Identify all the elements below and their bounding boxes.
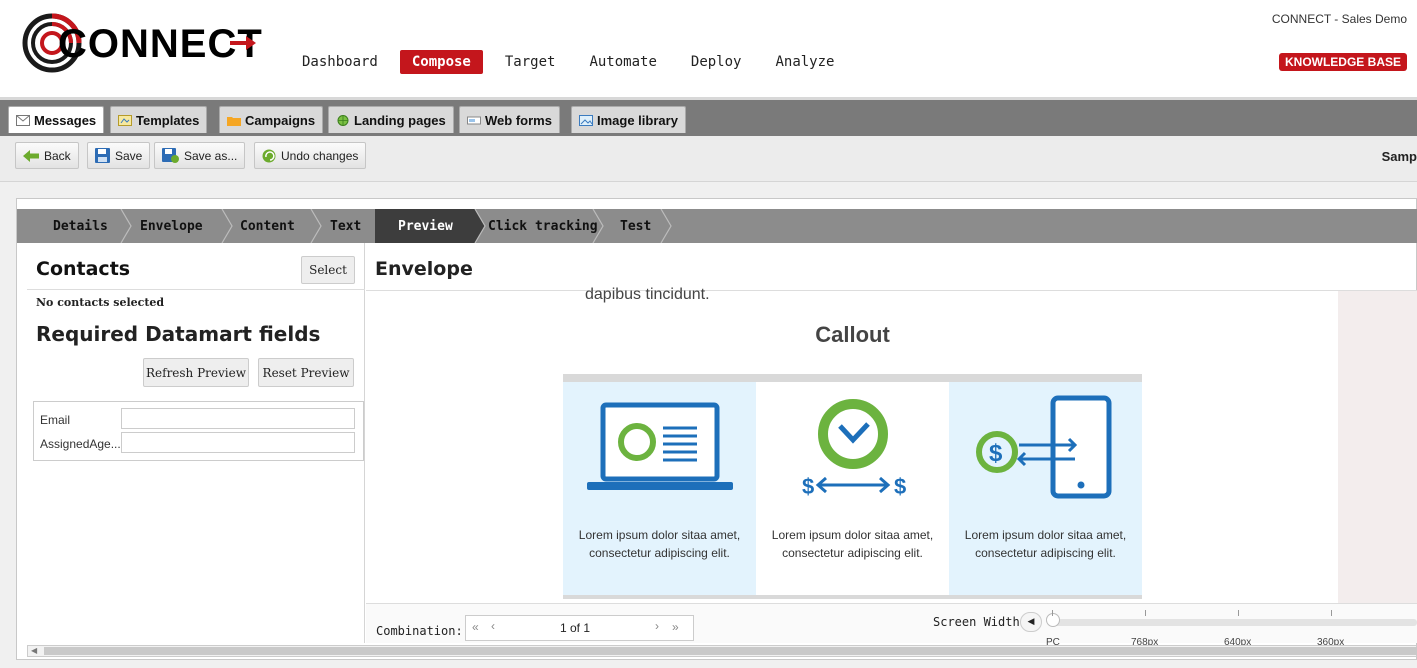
step-test[interactable]: Test xyxy=(620,209,651,243)
laptop-icon xyxy=(587,402,733,490)
mobile-payment-icon: $ xyxy=(976,395,1112,499)
envelope-icon xyxy=(16,114,30,126)
tab-label: Landing pages xyxy=(354,112,446,128)
nav-analyze[interactable]: Analyze xyxy=(763,50,846,74)
page-indicator: 1 of 1 xyxy=(560,621,591,635)
callout-text-2: Lorem ipsum dolor sitaa amet, consectetu… xyxy=(771,528,934,560)
undo-label: Undo changes xyxy=(281,148,359,163)
email-field[interactable] xyxy=(121,408,355,429)
tab-campaigns[interactable]: Campaigns xyxy=(219,106,324,133)
select-contacts-button[interactable]: Select xyxy=(301,256,355,284)
slider-tick xyxy=(1238,610,1239,616)
slider-tick xyxy=(1052,610,1053,616)
tab-web-forms[interactable]: Web forms xyxy=(459,106,560,133)
next-page-icon[interactable]: › xyxy=(655,619,659,633)
tab-image-library[interactable]: Image library xyxy=(571,106,686,133)
callout-top-bar xyxy=(563,374,1142,382)
callout-cell-1: Lorem ipsum dolor sitaa amet, consectetu… xyxy=(563,382,756,595)
step-preview[interactable]: Preview xyxy=(398,209,453,243)
nav-target[interactable]: Target xyxy=(493,50,568,74)
exchange-icon: $ $ xyxy=(802,399,906,499)
nav-compose[interactable]: Compose xyxy=(399,50,483,74)
combination-pager: « ‹ 1 of 1 › » xyxy=(465,615,694,641)
tab-label: Templates xyxy=(136,112,200,128)
account-label[interactable]: CONNECT - Sales Demo xyxy=(1272,12,1407,26)
callout-cell-2: $ $ Lorem ipsum dolor sitaa amet, consec… xyxy=(756,382,949,595)
back-button[interactable]: Back xyxy=(15,142,79,169)
connect-logo[interactable]: CONNECT xyxy=(18,10,263,76)
globe-icon xyxy=(337,114,349,126)
last-page-icon[interactable]: » xyxy=(672,620,679,634)
step-envelope[interactable]: Envelope xyxy=(140,209,203,243)
top-nav: Dashboard Compose Target Automate Deploy… xyxy=(290,50,856,74)
save-as-button[interactable]: Save as... xyxy=(154,142,246,169)
prev-page-icon[interactable]: ‹ xyxy=(491,619,495,633)
screen-width-label: Screen Width: xyxy=(933,615,1027,629)
form-icon xyxy=(467,116,481,124)
first-page-icon[interactable]: « xyxy=(472,620,479,634)
svg-text:$: $ xyxy=(802,474,814,499)
floppy-disk-icon xyxy=(95,148,110,163)
message-name-label: Samp xyxy=(1381,149,1417,164)
tab-label: Campaigns xyxy=(245,112,316,128)
screen-width-left-button[interactable]: ◀ xyxy=(1020,612,1042,632)
folder-icon xyxy=(227,116,241,126)
save-button[interactable]: Save xyxy=(87,142,151,169)
nav-deploy[interactable]: Deploy xyxy=(679,50,754,74)
callout-bottom-bar xyxy=(563,595,1142,599)
save-label: Save xyxy=(115,148,143,163)
preview-body-text: dapibus tincidunt. xyxy=(585,286,710,303)
combination-label: Combination: xyxy=(376,624,463,638)
step-details[interactable]: Details xyxy=(53,209,108,243)
save-as-label: Save as... xyxy=(184,148,238,163)
no-contacts-text: No contacts selected xyxy=(36,296,165,309)
preview-background xyxy=(1338,291,1417,603)
step-text[interactable]: Text xyxy=(330,209,361,243)
slider-tick xyxy=(1331,610,1332,616)
tab-label: Image library xyxy=(597,112,678,128)
tab-label: Messages xyxy=(34,112,97,128)
image-icon xyxy=(579,114,593,126)
contacts-title: Contacts xyxy=(36,258,131,280)
template-icon xyxy=(118,114,132,126)
divider xyxy=(27,289,365,290)
slider-tick xyxy=(1145,610,1146,616)
module-tab-bar: Messages Templates Campaigns Landing pag… xyxy=(0,97,1417,136)
toolbar: Back Save Save as... Undo changes Samp xyxy=(0,136,1417,182)
callout-heading: Callout xyxy=(815,322,890,347)
email-field-label: Email xyxy=(40,413,71,427)
tab-label: Web forms xyxy=(485,112,552,128)
undo-icon xyxy=(262,149,276,162)
tab-messages[interactable]: Messages xyxy=(8,106,105,133)
scroll-left-icon[interactable]: ◀ xyxy=(31,646,37,655)
svg-text:$: $ xyxy=(894,474,906,499)
back-label: Back xyxy=(44,148,71,163)
save-as-icon xyxy=(162,148,179,163)
refresh-preview-button[interactable]: Refresh Preview xyxy=(143,358,249,387)
callout-text-1: Lorem ipsum dolor sitaa amet, consectetu… xyxy=(578,528,741,560)
scrollbar-thumb[interactable] xyxy=(44,647,1417,655)
assigned-agent-field[interactable] xyxy=(121,432,355,453)
step-content[interactable]: Content xyxy=(240,209,295,243)
callout-cell-3: $ Lorem ipsum dolor sitaa amet, consecte… xyxy=(949,382,1142,595)
callout-text-3: Lorem ipsum dolor sitaa amet, consectetu… xyxy=(964,528,1127,560)
tab-landing-pages[interactable]: Landing pages xyxy=(328,106,454,133)
required-fields-title: Required Datamart fields xyxy=(36,322,321,346)
step-click-tracking[interactable]: Click tracking xyxy=(488,209,598,243)
svg-text:$: $ xyxy=(989,440,1003,467)
preview-title: Envelope xyxy=(375,258,473,280)
nav-automate[interactable]: Automate xyxy=(577,50,668,74)
reset-preview-button[interactable]: Reset Preview xyxy=(258,358,354,387)
nav-dashboard[interactable]: Dashboard xyxy=(290,50,390,74)
assigned-agent-field-label: AssignedAge... xyxy=(40,437,121,451)
knowledge-base-button[interactable]: KNOWLEDGE BASE xyxy=(1278,53,1407,71)
back-arrow-icon xyxy=(23,149,39,162)
tab-templates[interactable]: Templates xyxy=(110,106,208,133)
screen-width-slider-handle[interactable] xyxy=(1046,613,1060,627)
undo-changes-button[interactable]: Undo changes xyxy=(254,142,367,169)
screen-width-slider[interactable] xyxy=(1050,619,1417,626)
